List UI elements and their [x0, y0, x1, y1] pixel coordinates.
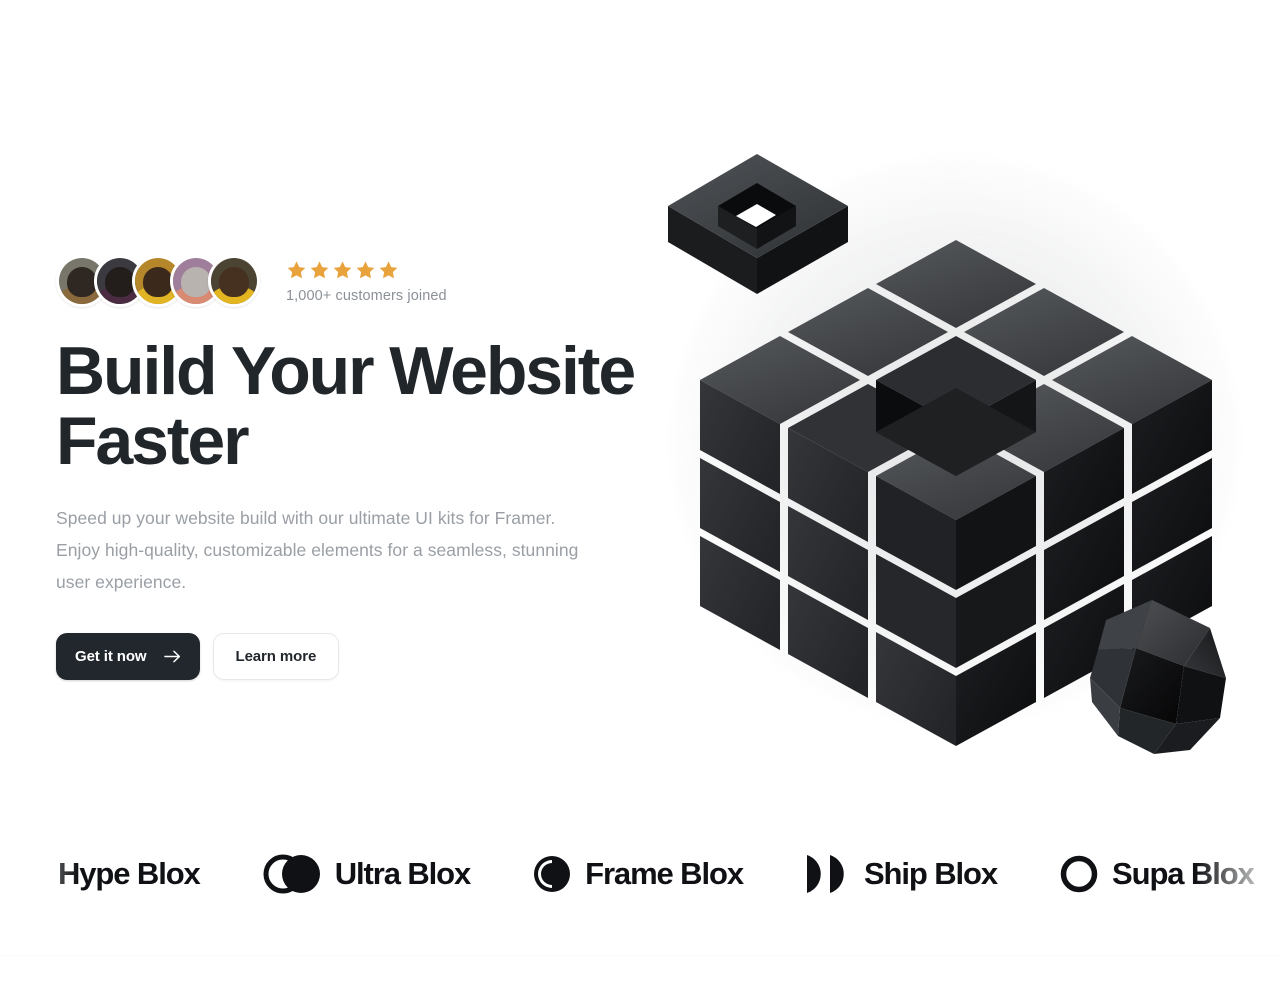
two-overlapping-circles-icon: [263, 854, 320, 894]
star-icon: [356, 261, 375, 279]
learn-more-label: Learn more: [235, 647, 317, 665]
page-title: Build Your Website Faster: [56, 333, 636, 480]
ring-outline-icon: [1060, 855, 1098, 893]
star-rating: [286, 260, 447, 281]
social-proof: 1,000+ customers joined: [56, 248, 656, 314]
rating-block: 1,000+ customers joined: [286, 258, 447, 304]
hero-section: 1,000+ customers joined Build Your Websi…: [0, 0, 1280, 830]
learn-more-button[interactable]: Learn more: [212, 632, 340, 680]
cube-recessed-corner: [876, 380, 1036, 476]
logo-label: Ultra Blox: [334, 856, 472, 891]
logo-frame-blox[interactable]: Frame Blox: [532, 854, 744, 894]
avatar: [208, 255, 260, 307]
get-it-now-button[interactable]: Get it now: [56, 632, 200, 680]
customers-joined-label: 1,000+ customers joined: [286, 288, 447, 304]
half-filled-circle-icon: [534, 856, 571, 892]
star-icon: [287, 261, 306, 279]
logo-supa-blox[interactable]: Supa Blox: [1059, 854, 1255, 894]
logo-ultra-blox[interactable]: Ultra Blox: [262, 854, 472, 894]
star-icon: [379, 261, 398, 279]
icosahedron-shape: [1090, 600, 1226, 754]
arrow-right-icon: [163, 650, 180, 662]
3d-shapes-svg: [668, 154, 1226, 754]
logo-label: Hype Blox: [58, 856, 201, 891]
logo-label: Ship Blox: [863, 856, 998, 891]
logo-label: Frame Blox: [585, 856, 744, 891]
hero-illustration: [628, 96, 1280, 796]
square-ring-shape: [668, 154, 848, 294]
star-icon: [310, 261, 329, 279]
hero-landing-page: 1,000+ customers joined Build Your Websi…: [0, 0, 1280, 1000]
logo-marquee: Hype Blox Ultra Blox Frame Blox Ship Blo…: [0, 836, 1280, 912]
bottom-divider: [0, 955, 1280, 956]
logo-label: Supa Blox: [1112, 856, 1255, 891]
hero-subtext: Speed up your website build with our ult…: [56, 508, 579, 592]
logo-hype-blox[interactable]: Hype Blox: [58, 856, 201, 892]
avatar-group: [56, 249, 260, 313]
hero-copy: 1,000+ customers joined Build Your Websi…: [56, 248, 656, 680]
logo-track: Hype Blox Ultra Blox Frame Blox Ship Blo…: [0, 836, 1280, 912]
cta-row: Get it now Learn more: [56, 632, 656, 680]
star-icon: [333, 261, 352, 279]
logo-ship-blox[interactable]: Ship Blox: [805, 853, 998, 895]
double-half-disc-icon: [806, 855, 844, 893]
get-it-now-label: Get it now: [75, 647, 147, 665]
